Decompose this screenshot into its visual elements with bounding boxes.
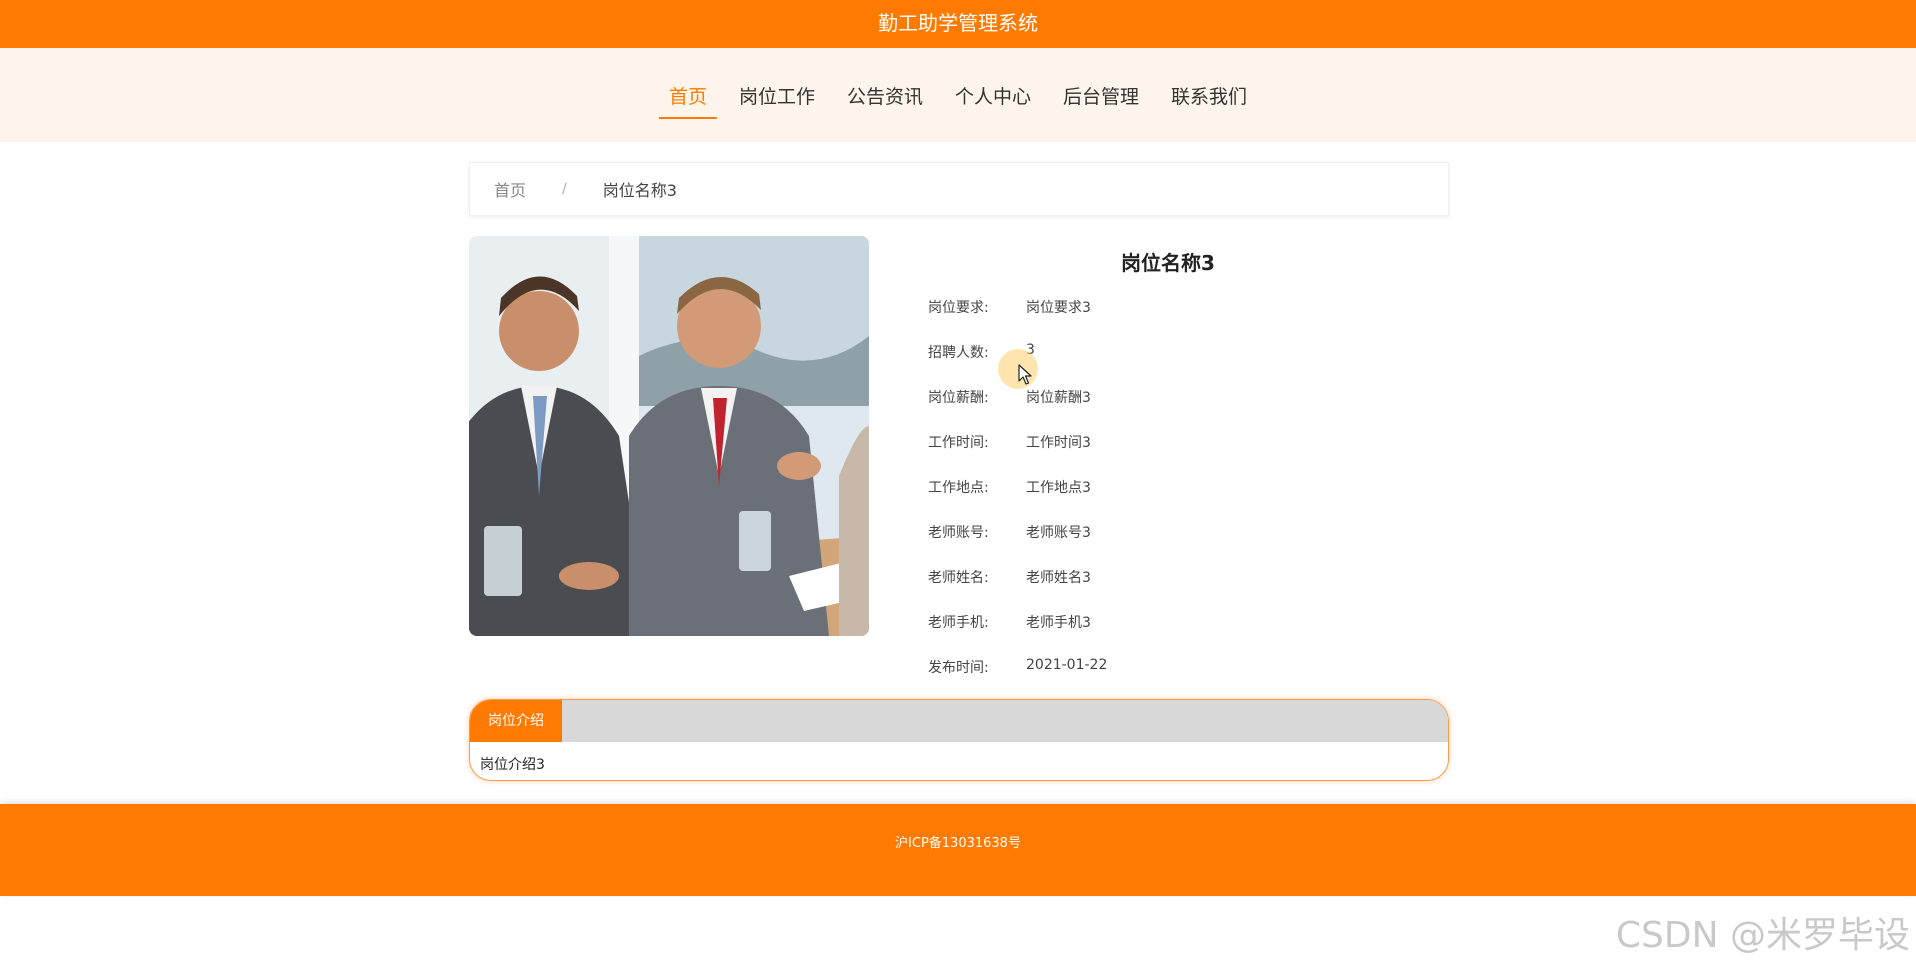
breadcrumb: 首页 / 岗位名称3 — [469, 162, 1449, 216]
breadcrumb-current: 岗位名称3 — [602, 181, 677, 200]
job-title: 岗位名称3 — [1121, 251, 1215, 275]
nav-item-jobs[interactable]: 岗位工作 — [729, 76, 825, 119]
field-value: 2021-01-22 — [1026, 657, 1108, 673]
site-title: 勤工助学管理系统 — [878, 11, 1038, 35]
field-label: 工作地点: — [928, 480, 989, 496]
mouse-cursor-icon — [1018, 364, 1032, 385]
nav-item-contact[interactable]: 联系我们 — [1161, 76, 1257, 119]
field-value: 岗位薪酬3 — [1026, 390, 1091, 406]
field-label: 工作时间: — [928, 435, 989, 451]
field-label: 岗位薪酬: — [928, 390, 989, 406]
field-value: 3 — [1026, 342, 1035, 358]
field-value: 工作地点3 — [1026, 480, 1091, 496]
field-label: 老师姓名: — [928, 570, 989, 586]
field-value: 岗位要求3 — [1026, 300, 1091, 316]
watermark: CSDN @米罗毕设 — [1615, 915, 1910, 956]
field-value: 老师账号3 — [1026, 525, 1091, 541]
nav-item-home[interactable]: 首页 — [658, 76, 717, 119]
field-label: 发布时间: — [928, 660, 989, 676]
breadcrumb-separator: / — [562, 181, 567, 197]
field-value: 工作时间3 — [1026, 435, 1091, 451]
nav-item-news[interactable]: 公告资讯 — [837, 76, 933, 119]
icp-record: 沪ICP备13031638号 — [895, 836, 1021, 851]
nav-item-admin[interactable]: 后台管理 — [1053, 76, 1149, 119]
field-label: 岗位要求: — [928, 300, 989, 316]
site-header: 勤工助学管理系统 — [0, 0, 1916, 48]
field-value: 老师手机3 — [1026, 615, 1091, 631]
job-image — [469, 236, 869, 636]
tab-job-intro[interactable]: 岗位介绍 — [470, 700, 562, 742]
job-intro-panel: 岗位介绍 岗位介绍3 — [469, 699, 1449, 781]
breadcrumb-home-link[interactable]: 首页 — [494, 177, 526, 201]
field-label: 老师手机: — [928, 615, 989, 631]
field-label: 老师账号: — [928, 525, 989, 541]
site-footer: 沪ICP备13031638号 — [0, 804, 1916, 896]
intro-content: 岗位介绍3 — [480, 757, 545, 773]
intro-tab-bar: 岗位介绍 — [470, 700, 1448, 742]
nav-item-profile[interactable]: 个人中心 — [945, 76, 1041, 119]
main-nav: 首页 岗位工作 公告资讯 个人中心 后台管理 联系我们 — [0, 48, 1916, 142]
field-value: 老师姓名3 — [1026, 570, 1091, 586]
